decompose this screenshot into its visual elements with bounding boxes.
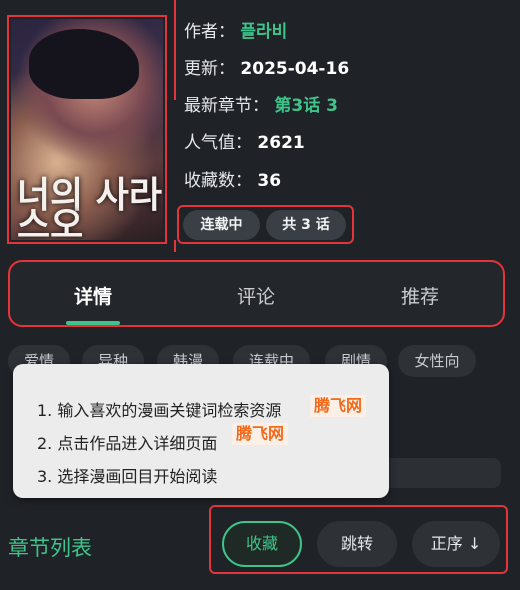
updated-value: 2025-04-16 (240, 59, 350, 79)
jump-button[interactable]: 跳转 (317, 521, 397, 567)
latest-chapter-row: 最新章节： 第3话 3 (184, 95, 338, 117)
author-value[interactable]: 플라비 (240, 22, 287, 42)
tag-chip[interactable]: 女性向 (398, 345, 476, 377)
cover-title: 너의 사라스오 (17, 174, 163, 240)
annotation-line (174, 240, 176, 252)
favorites-value: 36 (257, 171, 282, 191)
popularity-row: 人气值： 2621 (184, 132, 305, 154)
favorites-row: 收藏数： 36 (184, 170, 281, 192)
active-tab-indicator (66, 321, 120, 325)
updated-label: 更新： (184, 59, 235, 79)
author-label: 作者： (184, 22, 235, 42)
usage-tip-popup: 1. 输入喜欢的漫画关键词检索资源 腾飞网 2. 点击作品进入详细页面 腾飞网 … (13, 364, 389, 498)
favorite-button[interactable]: 收藏 (222, 521, 302, 567)
sort-order-button[interactable]: 正序 ↓ (412, 521, 500, 567)
description-strip (380, 458, 501, 488)
watermark-logo: 腾飞网 (310, 395, 367, 417)
tip-line-1: 1. 输入喜欢的漫画关键词检索资源 (37, 401, 282, 420)
tip-line-2: 2. 点击作品进入详细页面 (37, 434, 218, 453)
latest-chapter-link[interactable]: 第3话 3 (274, 96, 338, 116)
tip-line-3: 3. 选择漫画回目开始阅读 (37, 467, 218, 486)
watermark-logo: 腾飞网 (232, 423, 289, 445)
cover-art (29, 29, 139, 99)
tab-details[interactable]: 详情 (43, 282, 143, 309)
annotation-line (174, 0, 176, 100)
favorites-label: 收藏数： (184, 171, 252, 191)
comic-cover[interactable]: 너의 사라스오 (7, 15, 167, 244)
updated-row: 更新： 2025-04-16 (184, 58, 349, 80)
cover-image: 너의 사라스오 (11, 19, 163, 240)
author-row: 作者： 플라비 (184, 21, 287, 43)
chapter-list-title: 章节列表 (8, 536, 92, 560)
tab-recommend[interactable]: 推荐 (370, 282, 470, 309)
detail-tabs: 详情 评论 推荐 (8, 260, 505, 327)
popularity-value: 2621 (257, 133, 305, 153)
latest-chapter-label: 最新章节： (184, 96, 269, 116)
popularity-label: 人气值： (184, 133, 252, 153)
serializing-badge: 连载中 (183, 210, 260, 240)
tab-comments[interactable]: 评论 (206, 282, 306, 309)
chapter-count-badge: 共 3 话 (266, 210, 346, 240)
